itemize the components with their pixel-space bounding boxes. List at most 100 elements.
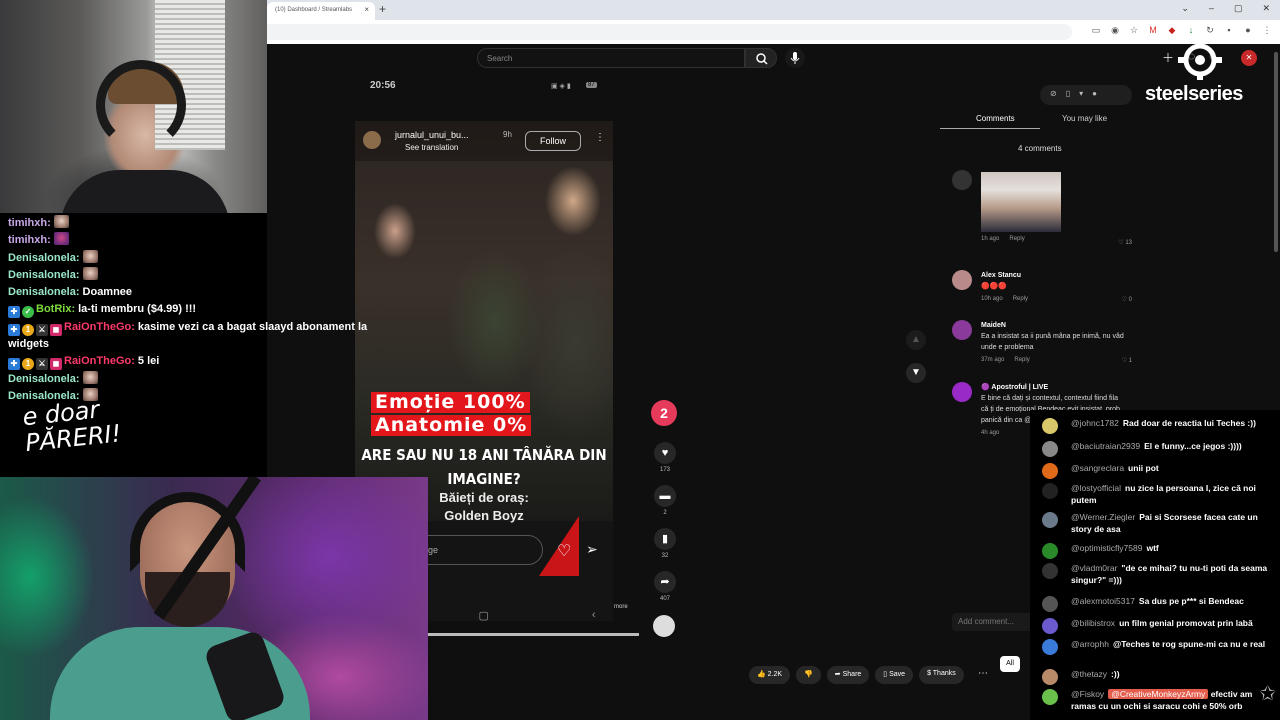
chat-author[interactable]: @baciutraian2939 (1071, 441, 1140, 451)
chat-avatar[interactable] (1042, 639, 1058, 655)
menu-icon[interactable]: ⋮ (1262, 25, 1272, 36)
chat-avatar[interactable] (1042, 563, 1058, 579)
page-scrollbar[interactable] (1274, 52, 1278, 252)
chat-author[interactable]: @thetazy (1071, 669, 1107, 679)
comment-like[interactable]: ♡ 1 (1122, 356, 1132, 367)
more-link[interactable]: more (614, 604, 628, 610)
chat-avatar[interactable] (1042, 463, 1058, 479)
save-button[interactable]: ▯ Save (875, 666, 914, 684)
comment-avatar[interactable] (952, 382, 972, 402)
chat-author[interactable]: @optimisticfly7589 (1071, 543, 1142, 553)
search-input[interactable]: Search (477, 48, 745, 68)
chat-author[interactable]: @alexmotoi5317 (1071, 596, 1135, 606)
close-window-button[interactable]: ✕ (1262, 3, 1270, 14)
extension-icon[interactable]: ◆ (1167, 25, 1177, 36)
previous-short-button[interactable]: ▲ (906, 330, 926, 350)
minimize-button[interactable]: – (1209, 3, 1214, 14)
chat-avatar[interactable] (1042, 418, 1058, 434)
comment-image[interactable] (981, 172, 1061, 232)
voice-search-button[interactable] (785, 48, 805, 68)
phone-icon[interactable]: ▯ (1066, 89, 1070, 105)
browser-tab[interactable]: (10) Dashboard / Streamlabs × (267, 2, 375, 20)
profile-avatar-icon[interactable]: ● (1092, 89, 1097, 105)
like-icon[interactable]: ♥ (654, 442, 676, 464)
download-icon[interactable]: ↓ (1186, 25, 1196, 36)
comment-like[interactable]: ♡ 0 (1122, 295, 1132, 306)
comment-action[interactable]: ▬ 2 (650, 485, 680, 528)
comment-icon[interactable]: ▬ (654, 485, 676, 507)
profile-icon[interactable]: ● (1243, 25, 1253, 36)
chat-author[interactable]: @Fiskoy (1071, 689, 1104, 699)
chat-avatar[interactable] (1042, 543, 1058, 559)
dislike-button[interactable]: 👎 (796, 666, 821, 684)
chat-username[interactable]: Denisalonela: (8, 373, 80, 385)
filter-chip-all[interactable]: All (1000, 656, 1020, 672)
url-field[interactable] (267, 24, 1072, 40)
chat-username[interactable]: BotRix: (36, 303, 75, 315)
reload-icon[interactable]: ↻ (1205, 25, 1215, 36)
next-short-button[interactable]: ▼ (906, 363, 926, 383)
more-options-icon[interactable]: ⋮ (595, 132, 605, 143)
reply-button[interactable]: Reply (1014, 357, 1029, 363)
bookmark-star-icon[interactable]: ☆ (1129, 25, 1139, 36)
bookmark-icon[interactable]: ▮ (654, 528, 676, 550)
reply-button[interactable]: Reply (1013, 296, 1028, 302)
tab-comments[interactable]: Comments (976, 114, 1015, 123)
chat-avatar[interactable] (1042, 689, 1058, 705)
chat-author[interactable]: @Werner.Ziegler (1071, 512, 1135, 522)
comment-author[interactable]: Alex Stancu (981, 270, 1126, 281)
chat-username[interactable]: RaiOnTheGo: (64, 355, 135, 367)
comment-author[interactable]: MaideN (981, 320, 1126, 331)
chat-author[interactable]: @sangreclara (1071, 463, 1124, 473)
share-icon[interactable]: ➦ (654, 571, 676, 593)
tab-search-icon[interactable]: ⌄ (1181, 3, 1189, 14)
phone-back-icon[interactable]: ‹ (592, 609, 596, 629)
chat-username[interactable]: RaiOnTheGo: (64, 321, 135, 333)
tab-close-icon[interactable]: × (364, 5, 369, 14)
chat-avatar[interactable] (1042, 618, 1058, 634)
search-button[interactable] (745, 48, 777, 68)
cast-icon[interactable]: ▭ (1091, 25, 1101, 36)
chat-avatar[interactable] (1042, 669, 1058, 685)
chat-author[interactable]: @arrophh (1071, 639, 1109, 649)
gmail-icon[interactable]: M (1148, 25, 1158, 36)
chat-author[interactable]: @vladm0rar (1071, 563, 1117, 573)
chat-username[interactable]: timihxh: (8, 234, 51, 246)
comment-author[interactable]: 🟣 Apostroful | LIVE (981, 382, 1126, 393)
live-badge[interactable]: 2 (651, 400, 677, 426)
phone-home-icon[interactable]: ▢ (478, 609, 488, 629)
creator-username[interactable]: jurnalul_unui_bu... (395, 130, 469, 140)
sound-thumbnail[interactable] (653, 615, 675, 637)
chat-avatar[interactable] (1042, 512, 1058, 528)
comment-avatar[interactable] (952, 270, 972, 290)
follow-button[interactable]: Follow (525, 131, 581, 151)
create-icon[interactable]: ＋ (1162, 49, 1174, 66)
share-action[interactable]: ➦ 407 (650, 571, 680, 614)
thanks-button[interactable]: $ Thanks (919, 666, 964, 684)
share-button[interactable]: ➦ Share (826, 666, 870, 684)
maximize-button[interactable]: ▢ (1234, 3, 1243, 14)
chat-username[interactable]: Denisalonela: (8, 286, 80, 298)
story-send-icon[interactable]: ➢ (586, 541, 598, 558)
save-action[interactable]: ▮ 32 (650, 528, 680, 571)
chat-username[interactable]: timihxh: (8, 217, 51, 229)
creator-avatar[interactable] (363, 131, 381, 149)
download-icon[interactable]: ▾ (1079, 89, 1083, 105)
comment-like[interactable]: ♡ 13 (1118, 238, 1132, 249)
see-translation-link[interactable]: See translation (405, 143, 458, 152)
chat-author[interactable]: @bilibistrox (1071, 618, 1115, 628)
chat-avatar[interactable] (1042, 483, 1058, 499)
like-button[interactable]: 👍 2.2K (749, 666, 791, 684)
like-action[interactable]: ♥ 173 (650, 442, 680, 485)
tab-you-may-like[interactable]: You may like (1062, 114, 1107, 123)
new-tab-button[interactable]: + (379, 2, 386, 16)
eye-icon[interactable]: ◉ (1110, 25, 1120, 36)
mention-tag[interactable]: @CreativeMonkeyzArmy (1108, 689, 1209, 699)
puzzle-icon[interactable]: ▪ (1224, 25, 1234, 36)
chat-author[interactable]: @lostyofficial (1071, 483, 1121, 493)
comment-avatar[interactable] (952, 320, 972, 340)
chat-avatar[interactable] (1042, 441, 1058, 457)
compass-icon[interactable]: ⊘ (1050, 89, 1057, 105)
reply-button[interactable]: Reply (1009, 236, 1024, 242)
chat-author[interactable]: @johnc1782 (1071, 418, 1119, 428)
